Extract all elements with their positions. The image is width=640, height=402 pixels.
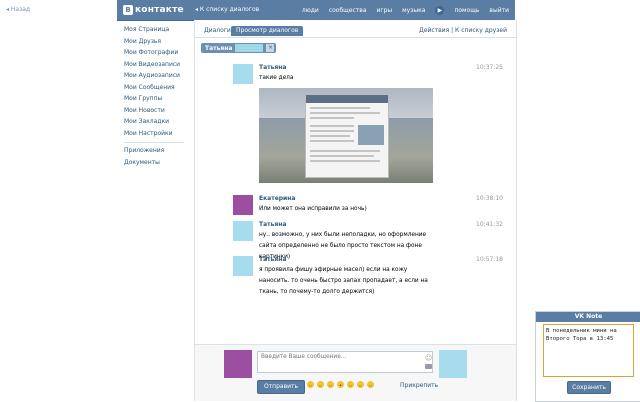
smiley-icon[interactable]: ☺ [425,354,432,362]
recipient-chip: Татьяна × [201,43,277,53]
sidebar-item-videos[interactable]: Мои Видеозаписи [124,59,192,71]
actions-links[interactable]: Действия | К списку друзей [414,26,512,36]
sidebar-item-bookmarks[interactable]: Мои Закладки [124,116,192,128]
dialog-panel: Диалоги Просмотр диалогов Действия | К с… [194,20,517,400]
site-header: B контакте ◂ К списку диалогов люди сооб… [117,0,515,21]
message-sender[interactable]: Татьяна [259,256,286,263]
vk-note-widget: VK Note В понедельник мини на Второго То… [535,311,640,402]
sidebar-item-audio[interactable]: Мои Аудиозаписи [124,70,192,82]
tab-view-dialogs[interactable]: Просмотр диалогов [231,26,304,36]
avatar[interactable] [224,350,252,378]
preview-line [310,117,354,119]
sidebar-item-apps[interactable]: Приложения [124,145,192,157]
vk-logo-icon: B [123,5,133,15]
sidebar-item-photos[interactable]: Мои Фотографии [124,47,192,59]
recipient-name: Татьяна [205,44,233,52]
message-time: 10:57:18 [476,256,503,263]
avatar[interactable] [233,221,253,241]
message-text: я проявила фишу эфирные масел) если на к… [259,267,428,295]
redacted-surname [235,44,264,52]
grin-icon[interactable]: ◡ [317,381,324,388]
message-composer: ☺ Отправить ◡ ◡ ◡ ▴ ◡ ◡ ◡ Прикрепить [194,344,517,401]
preview-line [310,150,380,152]
tab-bar: Диалоги Просмотр диалогов Действия | К с… [195,25,516,38]
top-nav: люди сообщества игры музыка ▶ помощь вый… [302,6,509,15]
sidebar-item-messages[interactable]: Мои Сообщения [124,82,192,94]
vk-logo[interactable]: B контакте [123,4,184,16]
note-title: VK Note [536,312,640,322]
smile-icon[interactable]: ◡ [307,381,314,388]
preview-line [310,130,354,132]
nav-help[interactable]: помощь [454,7,479,14]
sidebar-item-news[interactable]: Мои Новости [124,105,192,117]
vk-logo-text: контакте [135,5,184,15]
message-input[interactable] [257,351,433,373]
note-textarea[interactable]: В понедельник мини на Второго Тора в 13:… [543,324,634,377]
sidebar-divider [124,142,184,143]
blush-icon[interactable]: ◡ [367,381,374,388]
message-sender[interactable]: Татьяна [259,64,286,71]
send-button[interactable]: Отправить [257,380,305,394]
nav-music[interactable]: музыка [402,7,425,14]
message-text: Или может она исправили за ночь) [259,206,367,212]
message-text: такие дела [259,75,294,81]
attached-image[interactable] [259,88,433,183]
preview-line [310,155,374,157]
wink-icon[interactable]: ◡ [327,381,334,388]
sidebar-menu: Моя Страница Мои Друзья Мои Фотографии М… [124,24,192,168]
play-icon[interactable]: ▶ [435,6,445,15]
preview-line [310,160,380,162]
back-to-dialogs-link[interactable]: ◂ К списку диалогов [195,6,259,13]
cool-icon[interactable]: ◡ [357,381,364,388]
image-document-preview [305,94,389,178]
avatar[interactable] [233,195,253,215]
nav-people[interactable]: люди [302,7,319,14]
sidebar-item-my-page[interactable]: Моя Страница [124,24,192,36]
save-button[interactable]: Сохранить [567,381,611,394]
preview-photo [358,125,384,145]
back-link[interactable]: ◂ Назад [6,6,30,13]
preview-bar [306,95,388,103]
message-time: 10:37:25 [476,64,503,71]
preview-line [310,135,350,137]
sidebar-item-groups[interactable]: Мои Группы [124,93,192,105]
nav-games[interactable]: игры [377,7,393,14]
thumbs-up-icon[interactable]: ▴ [337,381,344,388]
avatar[interactable] [439,350,467,378]
message-sender[interactable]: Татьяна [259,221,286,228]
nav-logout[interactable]: выйти [489,7,509,14]
preview-line [310,125,354,127]
emoji-row: ◡ ◡ ◡ ▴ ◡ ◡ ◡ [307,381,374,388]
nav-communities[interactable]: сообщества [329,7,367,14]
preview-line [310,140,354,142]
attach-link[interactable]: Прикрепить [400,382,438,389]
avatar[interactable] [233,256,253,276]
sidebar-item-settings[interactable]: Мои Настройки [124,128,192,140]
camera-icon[interactable] [425,364,432,369]
close-icon[interactable]: × [266,44,275,52]
sidebar-item-friends[interactable]: Мои Друзья [124,36,192,48]
avatar[interactable] [233,64,253,84]
preview-line [310,107,370,109]
laugh-icon[interactable]: ◡ [347,381,354,388]
message-time: 10:38:10 [476,195,503,202]
message-time: 10:41:32 [476,221,503,228]
message-sender[interactable]: Екатерина [259,195,295,202]
sidebar-item-documents[interactable]: Документы [124,157,192,169]
preview-line [310,112,380,114]
